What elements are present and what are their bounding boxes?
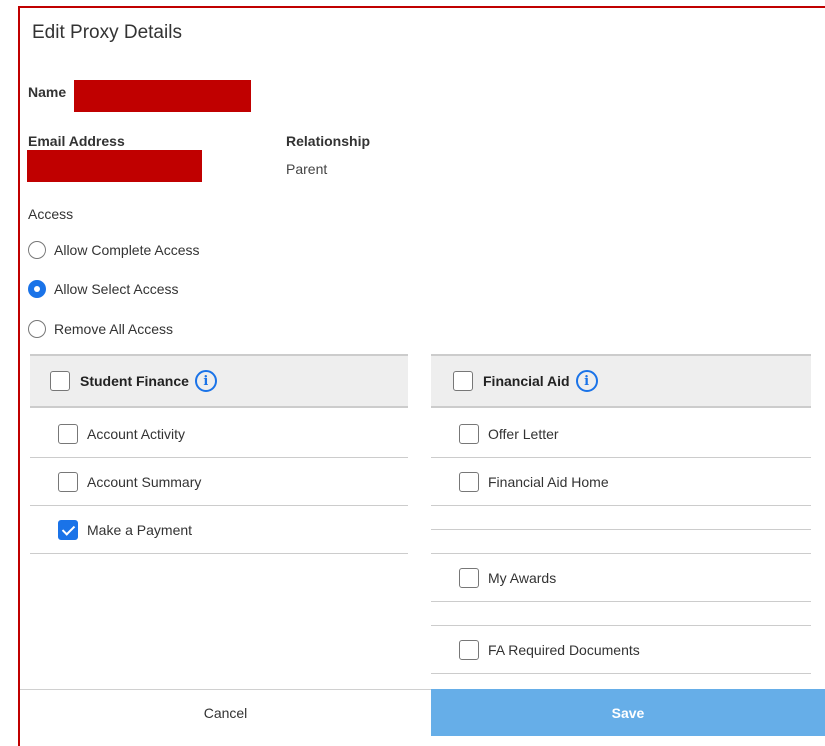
financial-aid-home-checkbox[interactable] (459, 471, 479, 492)
empty-row (431, 506, 811, 530)
radio-label: Allow Complete Access (54, 242, 200, 258)
list-item[interactable]: Account Summary (30, 458, 408, 506)
email-label: Email Address (28, 133, 125, 149)
dialog-title: Edit Proxy Details (32, 22, 182, 43)
item-label: FA Required Documents (488, 641, 640, 658)
name-label: Name (28, 84, 67, 100)
my-awards-checkbox[interactable] (459, 567, 479, 588)
list-item[interactable]: Offer Letter (431, 410, 811, 458)
relationship-value: Parent (286, 161, 328, 177)
item-label: My Awards (488, 569, 557, 586)
item-label: Financial Aid Home (488, 473, 609, 490)
list-item[interactable]: Financial Aid Home (431, 458, 811, 506)
radio-label: Remove All Access (54, 321, 174, 337)
list-item[interactable]: Make a Payment (30, 506, 408, 554)
cancel-button[interactable]: Cancel (20, 690, 431, 736)
item-label: Offer Letter (488, 425, 559, 442)
access-label: Access (28, 206, 74, 222)
redacted-name (74, 80, 251, 112)
info-icon[interactable]: i (575, 370, 598, 392)
list-item[interactable]: FA Required Documents (431, 626, 811, 674)
financial-aid-header: Financial Aid i (431, 354, 811, 408)
radio-button[interactable] (28, 320, 46, 338)
redacted-email (27, 150, 202, 182)
student-finance-select-all-checkbox[interactable] (50, 371, 70, 391)
radio-remove-all-access[interactable]: Remove All Access (28, 318, 173, 340)
fa-required-documents-checkbox[interactable] (459, 639, 479, 660)
radio-label: Allow Select Access (54, 281, 179, 297)
student-finance-heading: Student Finance (80, 373, 189, 389)
student-finance-header: Student Finance i (30, 354, 408, 408)
list-item[interactable]: Account Activity (30, 410, 408, 458)
save-button[interactable]: Save (431, 689, 825, 736)
item-label: Make a Payment (87, 521, 193, 538)
item-label: Account Summary (87, 473, 202, 490)
info-icon[interactable]: i (194, 370, 217, 392)
make-a-payment-checkbox[interactable] (58, 519, 78, 540)
item-label: Account Activity (87, 425, 186, 442)
offer-letter-checkbox[interactable] (459, 423, 479, 444)
relationship-label: Relationship (286, 133, 371, 149)
account-summary-checkbox[interactable] (58, 471, 78, 492)
radio-button-selected[interactable] (28, 280, 46, 298)
list-item[interactable]: My Awards (431, 554, 811, 602)
empty-row (431, 530, 811, 554)
financial-aid-heading: Financial Aid (483, 373, 570, 389)
financial-aid-select-all-checkbox[interactable] (453, 371, 473, 391)
radio-button[interactable] (28, 241, 46, 259)
account-activity-checkbox[interactable] (58, 423, 78, 444)
radio-allow-select-access[interactable]: Allow Select Access (28, 278, 179, 300)
empty-row (431, 602, 811, 626)
radio-allow-complete-access[interactable]: Allow Complete Access (28, 239, 200, 261)
